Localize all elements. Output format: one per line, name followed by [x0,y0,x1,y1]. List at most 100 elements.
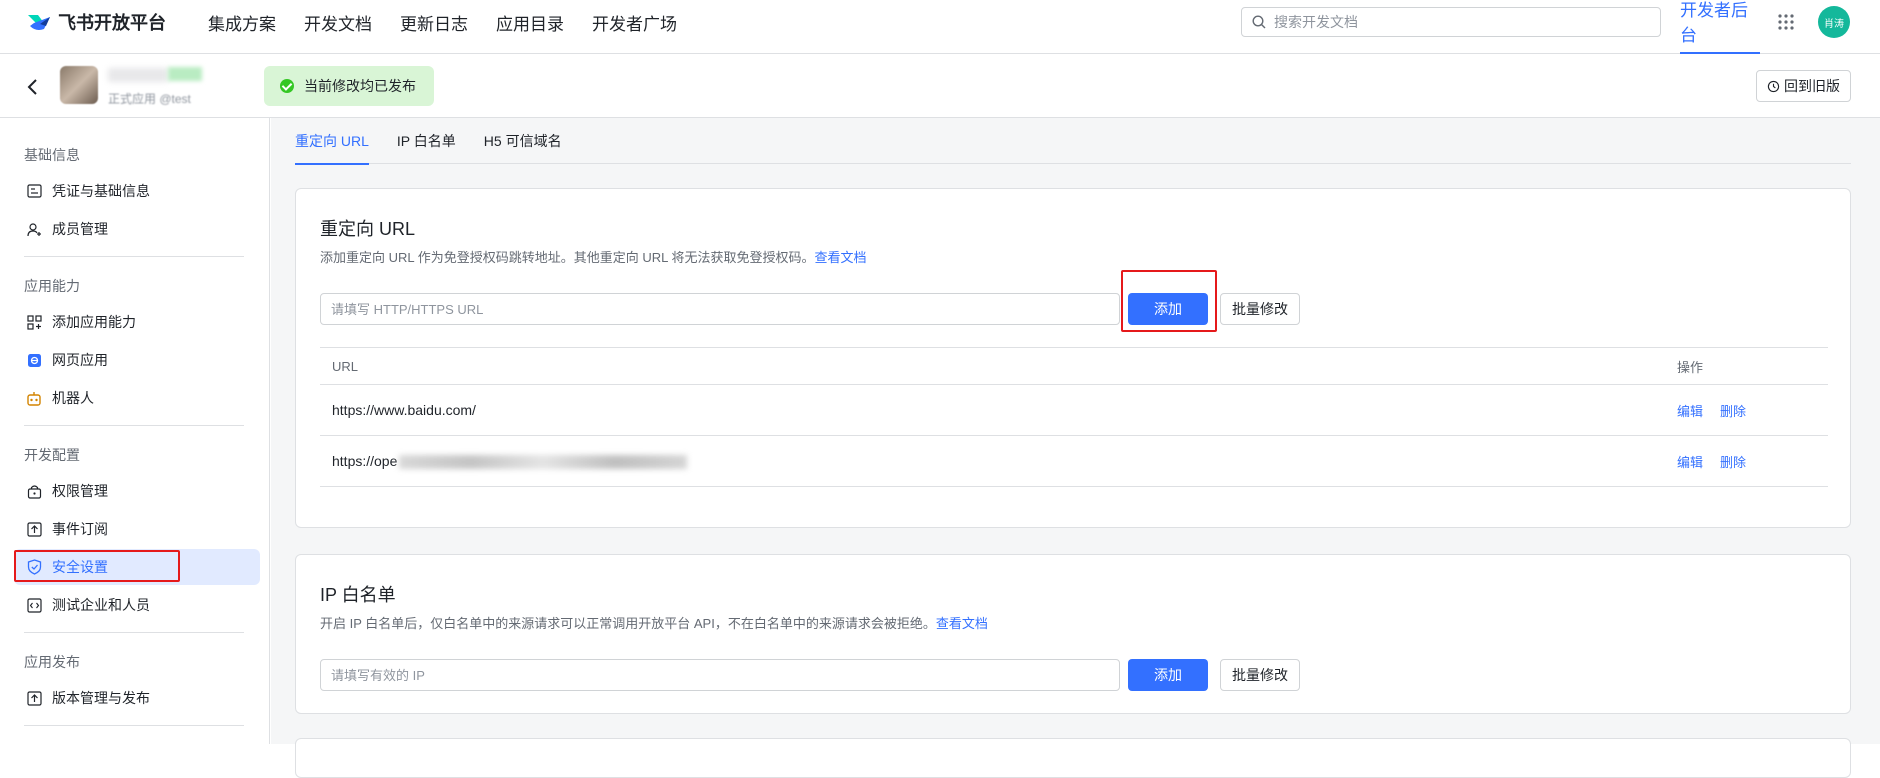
shield-icon [26,559,42,575]
feishu-logo-icon [26,11,52,33]
delete-link[interactable]: 删除 [1720,401,1746,420]
publish-status-text: 当前修改均已发布 [304,78,416,94]
doc-search-box[interactable] [1241,7,1661,37]
redirect-url-card: 重定向 URL 添加重定向 URL 作为免登授权码跳转地址。其他重定向 URL … [295,188,1851,528]
table-row: https://www.baidu.com/ 编辑 删除 [320,385,1828,436]
event-icon [26,521,42,537]
app-name [108,68,168,82]
sidebar-item-label: 事件订阅 [52,521,108,537]
nav-app-directory[interactable]: 应用目录 [496,10,564,35]
user-avatar[interactable]: 肖涛 [1818,6,1850,38]
nav-changelog[interactable]: 更新日志 [400,10,468,35]
robot-icon [26,390,42,406]
app-subtitle: 正式应用 @test [108,92,191,106]
edit-link[interactable]: 编辑 [1677,452,1703,471]
revert-label: 回到旧版 [1784,78,1840,94]
sidebar-item-robot[interactable]: 机器人 [14,380,260,416]
sidebar-item-web-app[interactable]: 网页应用 [14,342,260,378]
sidebar-group-capabilities: 应用能力 [24,278,80,294]
sidebar-divider [24,725,244,726]
search-input[interactable] [1274,14,1614,30]
brand-name: 飞书开放平台 [58,13,166,33]
nav-docs[interactable]: 开发文档 [304,10,372,35]
sidebar-item-versions[interactable]: 版本管理与发布 [14,680,260,716]
add-ip-button[interactable]: 添加 [1128,659,1208,691]
redirect-title: 重定向 URL [320,219,416,239]
redirect-description: 添加重定向 URL 作为免登授权码跳转地址。其他重定向 URL 将无法获取免登授… [320,247,867,266]
publish-status-badge: 当前修改均已发布 [264,66,434,106]
redirect-doc-link[interactable]: 查看文档 [815,250,867,265]
code-icon [26,597,42,613]
delete-link[interactable]: 删除 [1720,452,1746,471]
batch-edit-ip-button[interactable]: 批量修改 [1220,659,1300,691]
app-header-bar: 正式应用 @test 当前修改均已发布 回到旧版 [0,54,1880,118]
sidebar-item-label: 测试企业和人员 [52,597,150,613]
security-tabs: 重定向 URL IP 白名单 H5 可信域名 [295,118,1851,165]
redirect-desc-text: 添加重定向 URL 作为免登授权码跳转地址。其他重定向 URL 将无法获取免登授… [320,250,815,265]
main-content: 重定向 URL IP 白名单 H5 可信域名 重定向 URL 添加重定向 URL… [271,118,1880,778]
web-app-icon [26,352,42,368]
check-circle-icon [280,79,294,93]
top-nav: 集成方案 开发文档 更新日志 应用目录 开发者广场 [208,0,705,44]
sidebar-item-security[interactable]: 安全设置 [14,549,260,585]
sidebar-group-dev-config: 开发配置 [24,447,80,463]
tab-ip-whitelist[interactable]: IP 白名单 [397,118,456,164]
search-icon [1252,15,1266,29]
sidebar-divider [24,425,244,426]
sidebar-item-label: 安全设置 [52,559,108,575]
brand-logo[interactable]: 飞书开放平台 [26,10,166,34]
batch-edit-redirect-button[interactable]: 批量修改 [1220,293,1300,325]
sidebar-item-label: 凭证与基础信息 [52,183,150,199]
app-grid-icon[interactable] [1777,13,1795,31]
sidebar-item-label: 网页应用 [52,352,108,368]
back-arrow-icon[interactable] [24,78,42,96]
sidebar-divider [24,632,244,633]
sidebar-item-permissions[interactable]: 权限管理 [14,473,260,509]
sidebar-item-label: 机器人 [52,390,94,406]
add-capability-icon [26,314,42,330]
add-redirect-button[interactable]: 添加 [1128,293,1208,325]
sidebar-item-members[interactable]: 成员管理 [14,211,260,247]
ip-desc-text: 开启 IP 白名单后，仅白名单中的来源请求可以正常调用开放平台 API，不在白名… [320,616,936,631]
upload-icon [26,690,42,706]
edit-link[interactable]: 编辑 [1677,401,1703,420]
ip-whitelist-description: 开启 IP 白名单后，仅白名单中的来源请求可以正常调用开放平台 API，不在白名… [320,613,988,632]
app-avatar [60,66,98,104]
table-header-row: URL 操作 [320,347,1828,385]
redirect-url-prefix: https://ope [332,452,398,469]
revert-old-version-button[interactable]: 回到旧版 [1756,70,1851,102]
sidebar-item-label: 成员管理 [52,221,108,237]
sidebar-item-label: 权限管理 [52,483,108,499]
col-url-header: URL [332,358,359,374]
redirect-url-value-redacted: https://ope [332,452,688,470]
ip-whitelist-card: IP 白名单 开启 IP 白名单后，仅白名单中的来源请求可以正常调用开放平台 A… [295,554,1851,714]
ip-input[interactable] [320,659,1120,691]
nav-developer-plaza[interactable]: 开发者广场 [592,10,677,35]
developer-console-label: 开发者后台 [1680,1,1748,45]
top-nav-bar: 飞书开放平台 集成方案 开发文档 更新日志 应用目录 开发者广场 开发者后台 肖… [0,0,1880,54]
next-section-card [295,738,1851,778]
nav-solutions[interactable]: 集成方案 [208,10,276,35]
member-icon [26,221,42,237]
developer-console-tab[interactable]: 开发者后台 [1680,0,1760,54]
tab-redirect-url[interactable]: 重定向 URL [295,118,369,165]
redirect-url-input[interactable] [320,293,1120,325]
sidebar-group-basic: 基础信息 [24,147,80,163]
sidebar-item-label: 版本管理与发布 [52,690,150,706]
sidebar-divider [24,256,244,257]
tab-h5-domain[interactable]: H5 可信域名 [484,118,562,164]
sidebar-item-add-capability[interactable]: 添加应用能力 [14,304,260,340]
permission-icon [26,483,42,499]
sidebar-item-test-org[interactable]: 测试企业和人员 [14,587,260,623]
sidebar: 基础信息 凭证与基础信息 成员管理 应用能力 添加应用能力 网页应用 机器人 开… [0,118,270,744]
sidebar-item-credentials[interactable]: 凭证与基础信息 [14,173,260,209]
sidebar-group-release: 应用发布 [24,654,80,670]
ip-doc-link[interactable]: 查看文档 [936,616,988,631]
sidebar-item-events[interactable]: 事件订阅 [14,511,260,547]
redirect-url-value: https://www.baidu.com/ [332,402,476,418]
app-status-tag [168,67,202,81]
credential-icon [26,183,42,199]
table-row: https://ope 编辑 删除 [320,436,1828,487]
redirect-url-table: URL 操作 https://www.baidu.com/ 编辑 删除 http… [320,347,1828,487]
ip-whitelist-title: IP 白名单 [320,585,396,605]
